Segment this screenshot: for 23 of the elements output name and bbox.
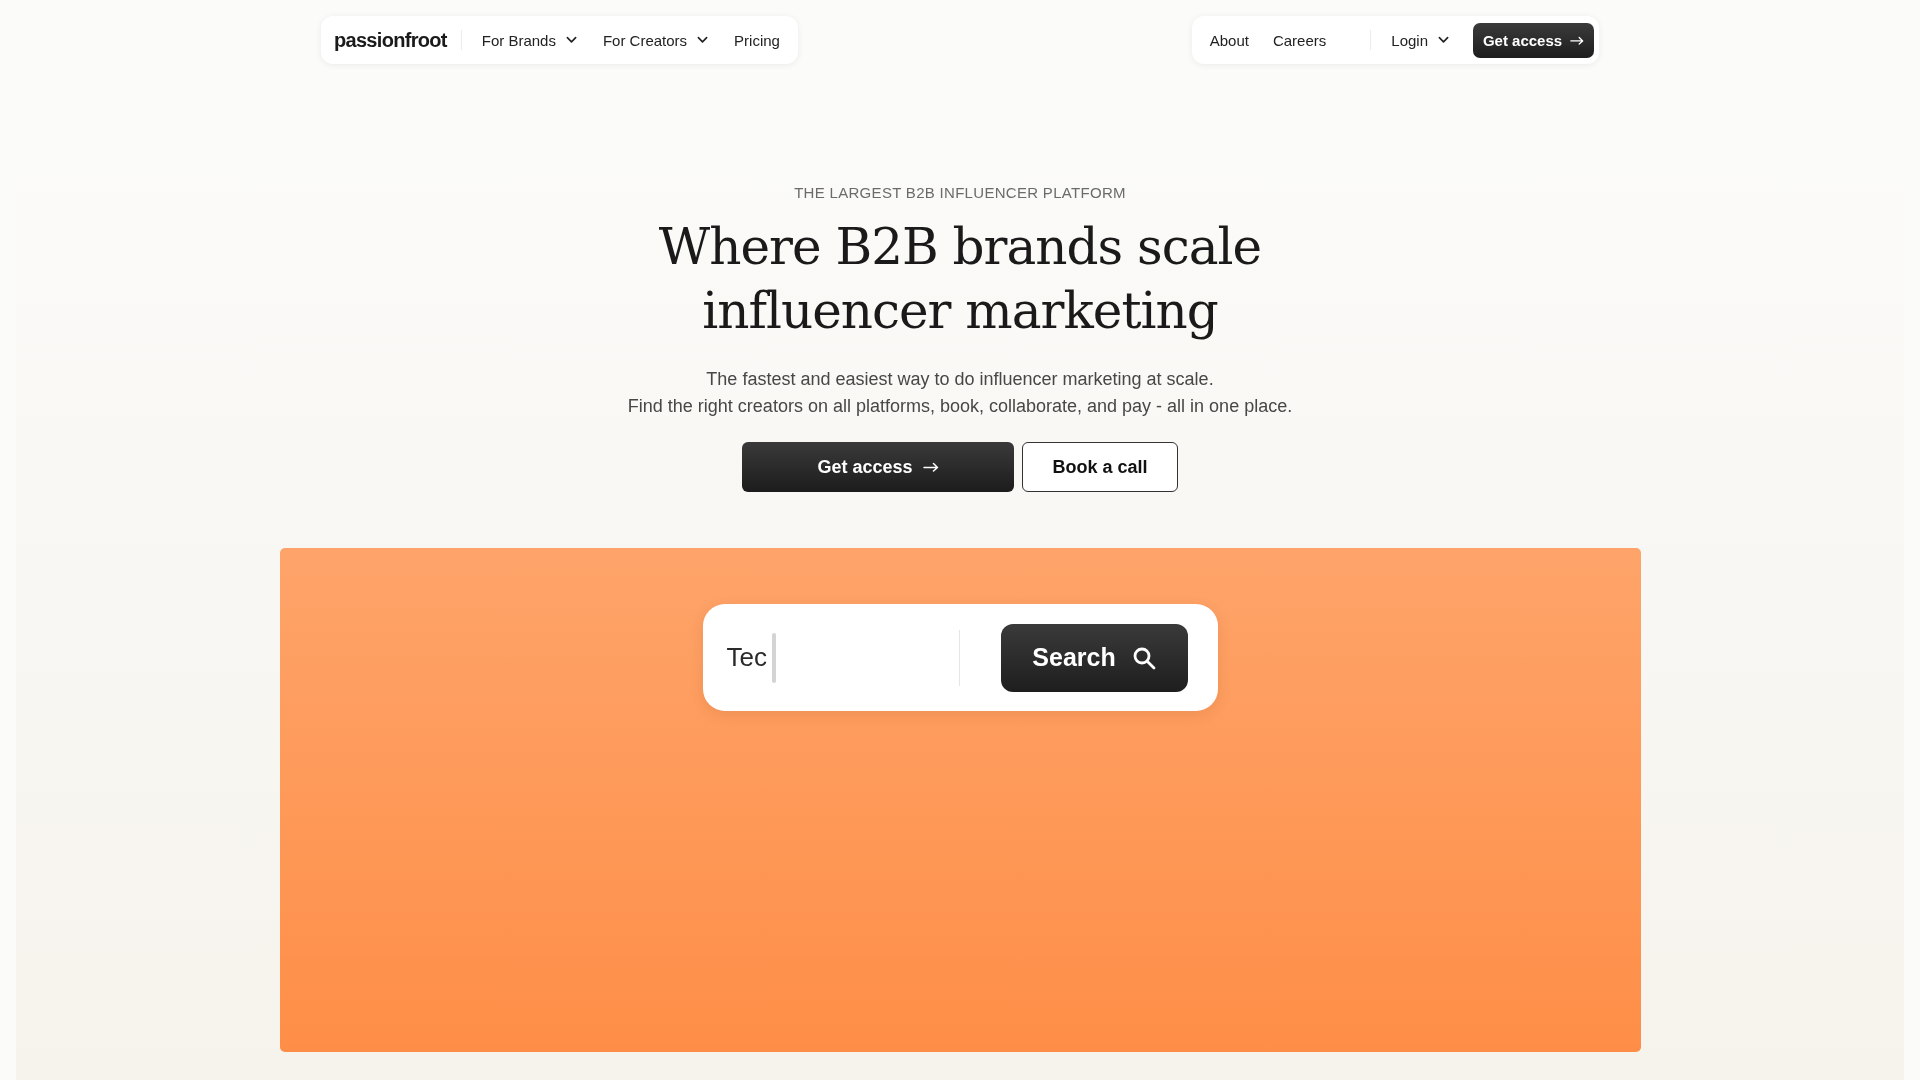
book-call-button[interactable]: Book a call: [1022, 442, 1178, 492]
nav-link[interactable]: Careers: [1272, 31, 1327, 49]
subtitle-text: The fastest and easiest way to do influencer marketing at scale.: [705, 368, 1215, 391]
chevron-down-icon: [697, 36, 709, 44]
nav-link[interactable]: About: [1209, 31, 1249, 49]
get-access-button[interactable]: Get access: [742, 442, 1014, 492]
login-link[interactable]: Login: [1391, 31, 1449, 49]
search-field[interactable]: Tec: [726, 629, 959, 686]
text-cursor-icon: [771, 632, 776, 683]
arrow-right-icon: [922, 462, 939, 472]
eyebrow-text: THE LARGEST B2B INFLUENCER PLATFORM: [794, 184, 1126, 202]
nav-link[interactable]: For Brands: [481, 31, 577, 49]
chevron-down-icon: [1438, 36, 1449, 44]
nav-link[interactable]: For Creators: [602, 31, 709, 49]
search-button[interactable]: Search: [1000, 623, 1188, 692]
search-icon: [1131, 645, 1156, 670]
get-access-button[interactable]: Get access: [1473, 22, 1594, 58]
nav-link[interactable]: Pricing: [734, 31, 780, 49]
arrow-right-icon: [1570, 35, 1585, 45]
logo[interactable]: passionfroot: [334, 28, 447, 52]
subtitle-text: Find the right creators on all platforms, book, collaborate, and pay - all in one place.: [627, 395, 1293, 418]
chevron-down-icon: [565, 36, 577, 44]
headline: Where B2B brands scale influencer marketing: [657, 217, 1263, 342]
